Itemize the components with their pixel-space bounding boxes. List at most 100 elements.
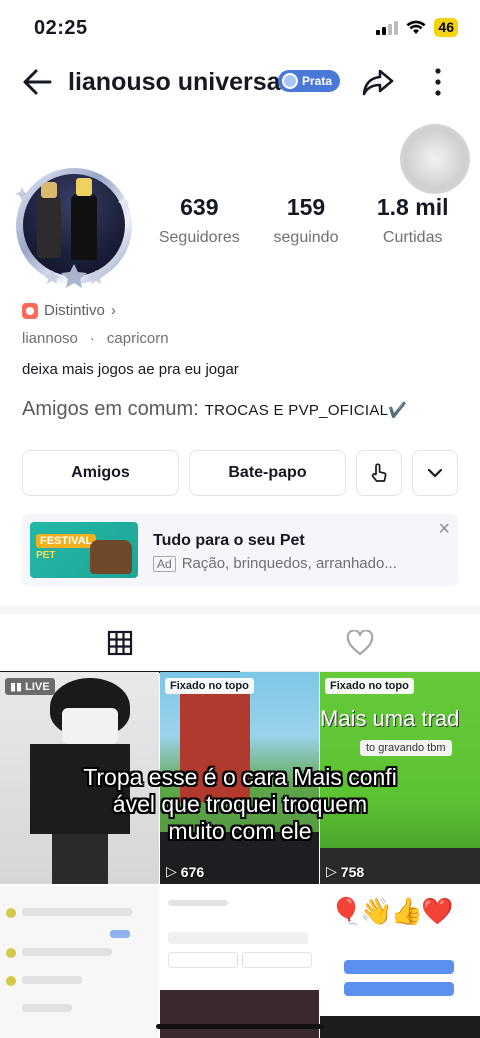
thumb-button xyxy=(242,952,312,968)
profile-username: lianouso universal xyxy=(68,68,288,96)
video-thumbnail[interactable] xyxy=(0,886,159,1038)
view-count-value: 758 xyxy=(340,863,365,880)
live-badge: ▮▮ LIVE xyxy=(5,678,55,695)
chat-button[interactable]: Bate-papo xyxy=(189,450,346,496)
thumb-emoji-row: 🎈👋👍❤️ xyxy=(330,896,453,926)
tier-badge-label: Prata xyxy=(302,74,333,88)
stat-value: 639 xyxy=(180,194,219,220)
thumb-text-line xyxy=(168,932,308,944)
profile-avatar[interactable] xyxy=(12,164,136,288)
section-divider xyxy=(0,606,480,614)
tab-liked[interactable] xyxy=(240,614,480,672)
stat-value: 1.8 mil xyxy=(376,194,449,220)
thumb-overlay-text: Mais uma trad xyxy=(320,706,460,731)
stat-label: Seguidores xyxy=(158,229,240,246)
tap-share-icon xyxy=(371,463,387,482)
mutual-friends[interactable]: Amigos em comum: TROCAS E PVP_OFICIAL✔️ xyxy=(22,398,407,421)
profile-bio: deixa mais jogos ae pra eu jogar xyxy=(22,361,239,378)
profile-stats: 639 Seguidores 159 seguindo 1.8 mil Curt… xyxy=(146,194,466,247)
thumb-text-line xyxy=(168,900,228,906)
more-options-icon[interactable] xyxy=(428,64,448,100)
sponsored-ad[interactable]: FESTIVAL PET Tudo para o seu Pet Ad Raçã… xyxy=(22,514,458,586)
close-ad-icon[interactable]: × xyxy=(438,518,450,541)
caption-line: muito com ele xyxy=(168,818,312,844)
thumb-chat-line xyxy=(22,976,82,984)
badge-icon xyxy=(22,302,38,319)
thumb-chat-line xyxy=(22,908,132,916)
story-bubble[interactable] xyxy=(400,124,470,194)
thumb-face xyxy=(62,708,118,744)
ad-tag: Ad xyxy=(153,555,176,572)
ad-thumb-sub: PET xyxy=(36,550,56,561)
mutual-friends-names: TROCAS E PVP_OFICIAL✔️ xyxy=(204,402,408,419)
stat-followers[interactable]: 639 Seguidores xyxy=(146,194,253,247)
live-icon: ▮▮ xyxy=(10,681,23,693)
caption-line: ável que troquei troquem xyxy=(112,791,368,817)
profile-actions: Amigos Bate-papo xyxy=(22,450,458,496)
thumb-chat-line xyxy=(22,948,112,956)
thumb-chat-avatar xyxy=(6,948,16,958)
profile-handle: liannoso xyxy=(22,330,78,347)
play-icon: ▷ xyxy=(326,863,337,879)
status-icons: 46 xyxy=(376,18,458,37)
grid-icon xyxy=(107,630,133,656)
video-grid: ▮▮ LIVE Fixado no topo ▷ 676 Mais uma tr… xyxy=(0,672,480,1038)
thumb-chat-bubble xyxy=(344,982,454,996)
pinned-badge: Fixado no topo xyxy=(325,678,414,694)
status-time: 02:25 xyxy=(34,17,88,39)
stat-following[interactable]: 159 seguindo xyxy=(253,194,360,247)
tier-badge[interactable]: Prata xyxy=(278,70,341,92)
video-thumbnail[interactable] xyxy=(160,886,319,1038)
tab-videos[interactable] xyxy=(0,614,240,673)
profile-sign: capricorn xyxy=(106,330,169,347)
pinned-badge: Fixado no topo xyxy=(165,678,254,694)
thumb-chat-avatar xyxy=(6,976,16,986)
share-icon[interactable] xyxy=(360,64,396,100)
stat-label: Curtidas xyxy=(382,229,443,246)
badge-label: Distintivo xyxy=(44,302,105,319)
cellular-signal-icon xyxy=(376,20,399,35)
expand-suggestions-button[interactable] xyxy=(412,450,458,496)
thumb-toolbar xyxy=(320,1016,480,1038)
heart-icon xyxy=(346,630,374,656)
ad-thumb-label: FESTIVAL xyxy=(36,534,97,548)
stat-label: seguindo xyxy=(273,229,339,246)
thumb-chat-line xyxy=(22,1004,72,1012)
stat-value: 159 xyxy=(286,194,326,220)
thumb-chat-avatar xyxy=(6,908,16,918)
view-count: ▷ 758 xyxy=(326,863,364,880)
ad-thumbnail: FESTIVAL PET xyxy=(30,522,138,578)
ad-title: Tudo para o seu Pet xyxy=(153,532,305,549)
status-bar: 02:25 46 xyxy=(0,0,480,56)
thumb-button xyxy=(168,952,238,968)
view-count-value: 676 xyxy=(180,863,205,880)
live-label: LIVE xyxy=(25,680,50,693)
play-icon: ▷ xyxy=(166,863,177,879)
battery-indicator: 46 xyxy=(434,18,458,37)
chevron-down-icon xyxy=(427,468,443,478)
share-profile-button[interactable] xyxy=(356,450,402,496)
thumb-chat-bubble: to gravando tbm xyxy=(360,740,452,756)
thumb-image-strip xyxy=(160,990,319,1038)
profile-header: lianouso universal Prata xyxy=(0,56,480,108)
tier-badge-icon xyxy=(282,73,298,89)
stat-likes[interactable]: 1.8 mil Curtidas xyxy=(359,194,466,247)
back-arrow-icon[interactable] xyxy=(20,64,56,100)
ad-subtitle: Ad Ração, brinquedos, arranhado... xyxy=(153,555,397,572)
handle-line: liannoso · capricorn xyxy=(22,330,169,347)
friends-button[interactable]: Amigos xyxy=(22,450,179,496)
view-count: ▷ 676 xyxy=(166,863,204,880)
content-tabs xyxy=(0,614,480,673)
video-caption-overlay: Tropa esse é o cara Mais confi ável que … xyxy=(30,764,450,845)
ad-thumb-pet xyxy=(90,540,132,574)
thumb-chat-bubble xyxy=(344,960,454,974)
mutual-friends-label: Amigos em comum: xyxy=(22,398,199,420)
video-thumbnail[interactable]: 🎈👋👍❤️ xyxy=(320,886,480,1038)
home-indicator[interactable] xyxy=(156,1024,324,1029)
chevron-right-icon: › xyxy=(110,302,116,319)
caption-line: Tropa esse é o cara Mais confi xyxy=(83,764,397,790)
ad-description: Ração, brinquedos, arranhado... xyxy=(181,555,397,572)
badge-link[interactable]: Distintivo › xyxy=(22,302,116,319)
star-frame-icon xyxy=(15,187,130,288)
separator-dot: · xyxy=(89,330,95,347)
